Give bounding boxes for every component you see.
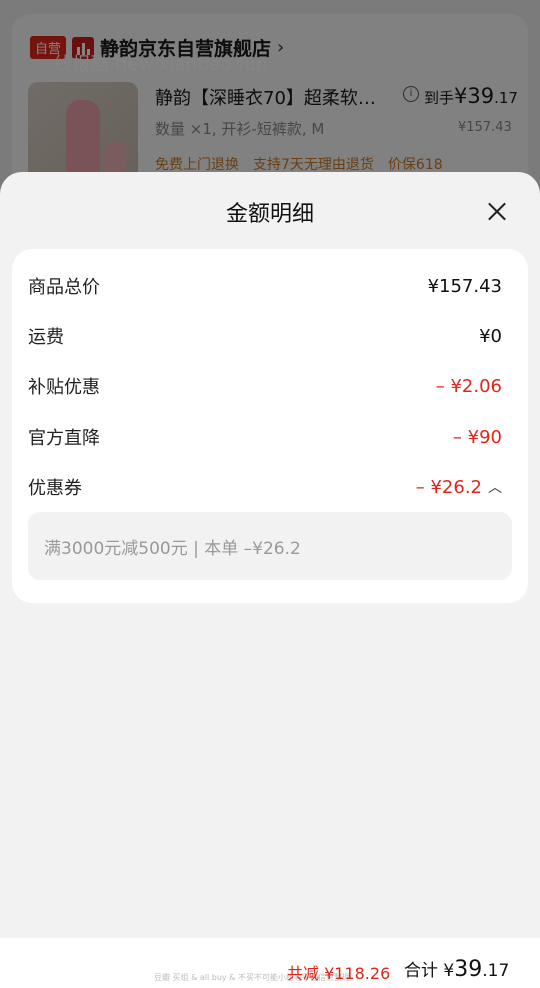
row-label: 优惠券 bbox=[28, 478, 82, 499]
row-value: – ¥26.2 bbox=[415, 476, 482, 498]
row-label: 商品总价 bbox=[28, 277, 100, 298]
close-icon[interactable] bbox=[480, 194, 514, 228]
coupon-toggle[interactable]: – ¥26.2 ︿ bbox=[416, 477, 502, 498]
total-amount: 合计 ¥39.17 bbox=[404, 956, 509, 982]
row-goods-total: 商品总价 ¥157.43 bbox=[28, 271, 502, 301]
row-label: 补贴优惠 bbox=[28, 377, 100, 398]
total-savings: 共减 ¥118.26 bbox=[287, 964, 391, 983]
bottom-bar: 豆瓣 买组 & all buy & 不买不可能小组等平台信息整理 共减 ¥118… bbox=[0, 938, 540, 988]
row-subsidy: 补贴优惠 – ¥2.06 bbox=[28, 371, 502, 401]
sheet-title: 金额明细 bbox=[225, 202, 314, 227]
chevron-up-icon: ︿ bbox=[488, 480, 502, 496]
row-label: 运费 bbox=[28, 327, 64, 348]
amount-detail-sheet: 金额明细 商品总价 ¥157.43 运费 ¥0 补贴优惠 – ¥2.06 官方直… bbox=[0, 172, 540, 988]
detail-card: 商品总价 ¥157.43 运费 ¥0 补贴优惠 – ¥2.06 官方直降 – ¥… bbox=[12, 249, 528, 603]
row-value: ¥0 bbox=[479, 325, 502, 347]
row-value: – ¥2.06 bbox=[435, 375, 502, 397]
row-value: – ¥90 bbox=[452, 426, 502, 448]
coupon-detail: 满3000元减500元 | 本单 –¥26.2 bbox=[28, 512, 512, 580]
row-coupon[interactable]: 优惠券 – ¥26.2 ︿ bbox=[28, 472, 502, 502]
row-official-discount: 官方直降 – ¥90 bbox=[28, 422, 502, 452]
row-label: 官方直降 bbox=[28, 428, 100, 449]
row-value: ¥157.43 bbox=[427, 275, 502, 297]
row-shipping: 运费 ¥0 bbox=[28, 321, 502, 351]
total-dec: .17 bbox=[482, 961, 510, 981]
total-int: 39 bbox=[454, 957, 483, 982]
total-label: 合计 ¥ bbox=[404, 961, 455, 981]
